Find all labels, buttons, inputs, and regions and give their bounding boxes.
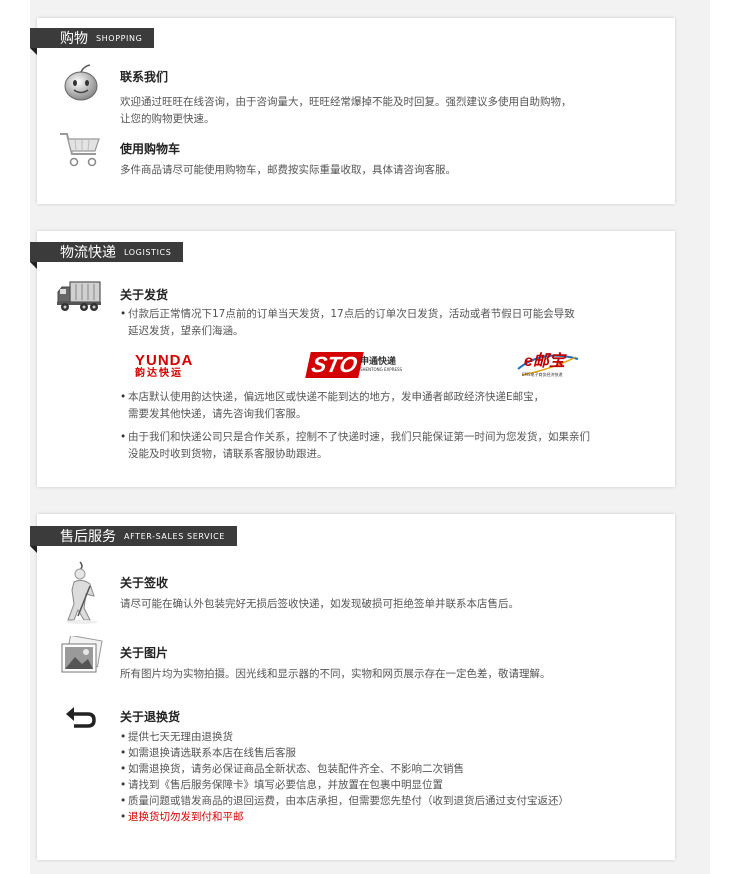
- bullet-item: 如需退换货，请务必保证商品全新状态、包装配件齐全、不影响二次销售: [120, 761, 640, 777]
- text-line: 所有图片均为实物拍摄。因光线和显示器的不同，实物和网页展示存在一定色差，敬请理解…: [120, 668, 551, 680]
- bullet-item: 请找到《售后服务保障卡》填写必要信息，并放置在包裹中明显位置: [120, 777, 640, 793]
- contact-us-text: 欢迎通过旺旺在线咨询，由于咨询量大，旺旺经常爆掉不能及时回复。强烈建议多使用自助…: [120, 94, 640, 128]
- section-title-en: AFTER-SALES SERVICE: [124, 531, 225, 541]
- after-sales-section-tab: 售后服务 AFTER-SALES SERVICE: [30, 526, 237, 553]
- logo-text-sub: 申通快递: [360, 357, 397, 367]
- shopping-cart-text: 多件商品请尽可能使用购物车，邮费按实际重量收取，具体请咨询客服。: [120, 162, 640, 179]
- text-line: 请尽可能在确认外包装完好无损后签收快递，如发现破损可拒绝签单并联系本店售后。: [120, 598, 519, 610]
- returns-text: 提供七天无理由退换货 如需退换请选联系本店在线售后客服 如需退换货，请务必保证商…: [120, 729, 640, 825]
- section-title-en: LOGISTICS: [124, 247, 172, 257]
- text-line: 让您的购物更快速。: [120, 113, 215, 125]
- text-line: 由于我们和快递公司只是合作关系，控制不了快递时速，我们只能保证第一时间为您发货，…: [128, 431, 590, 443]
- section-title-cn: 购物: [60, 31, 88, 47]
- sign-for-text: 请尽可能在确认外包装完好无损后签收快递，如发现破损可拒绝签单并联系本店售后。: [120, 596, 640, 613]
- sign-for-title: 关于签收: [120, 576, 169, 590]
- text-line: 本店默认使用韵达快递，偏远地区或快递不能到达的地方，发申通者邮政经济快递E邮宝，: [128, 391, 545, 403]
- logo-text-main: YUNDA: [135, 352, 194, 369]
- shopping-cart-title: 使用购物车: [120, 142, 181, 156]
- text-line: 多件商品请尽可能使用购物车，邮费按实际重量收取，具体请咨询客服。: [120, 164, 456, 176]
- bullet-item: 如需退换请选联系本店在线售后客服: [120, 745, 640, 761]
- shipping-text-bottom: 本店默认使用韵达快递，偏远地区或快递不能到达的地方，发申通者邮政经济快递E邮宝，…: [120, 389, 640, 463]
- contact-us-title: 联系我们: [120, 70, 169, 84]
- sto-logo: STO 申通快递 SHENTONG EXPRESS: [305, 352, 402, 380]
- page: 购物 SHOPPING 联系我们 欢迎通过旺旺在线咨询，由于咨询量大，旺旺经常爆…: [0, 0, 750, 874]
- logo-text-main: STO: [305, 352, 364, 378]
- bullet-text: 质量问题或错发商品的退回运费，由本店承担，但需要您先垫付（收到退货后通过支付宝返…: [128, 795, 569, 807]
- section-title-cn: 物流快递: [60, 245, 116, 261]
- pictures-title: 关于图片: [120, 646, 169, 660]
- shipping-text-top: 付款后正常情况下17点前的订单当天发货，17点后的订单次日发货，活动或者节假日可…: [120, 306, 640, 340]
- bullet-text: 如需退换货，请务必保证商品全新状态、包装配件齐全、不影响二次销售: [128, 763, 464, 775]
- bullet-text: 提供七天无理由退换货: [128, 731, 233, 743]
- logo-text-sub: 韵达快运: [135, 368, 183, 379]
- bullet-item: 质量问题或错发商品的退回运费，由本店承担，但需要您先垫付（收到退货后通过支付宝返…: [120, 793, 640, 809]
- chat-face-icon: [64, 64, 98, 101]
- logo-text-main: e邮宝: [524, 353, 565, 370]
- bullet-text: 如需退换请选联系本店在线售后客服: [128, 747, 296, 759]
- bullet-item: 本店默认使用韵达快递，偏远地区或快递不能到达的地方，发申通者邮政经济快递E邮宝，…: [120, 389, 640, 423]
- text-line: 延迟发货，望亲们海涵。: [128, 325, 244, 337]
- logo-text-small: EMS电子商务经济快递: [522, 372, 563, 377]
- text-line: 欢迎通过旺旺在线咨询，由于咨询量大，旺旺经常爆掉不能及时回复。强烈建议多使用自助…: [120, 96, 572, 108]
- shopping-cart-icon: [60, 133, 100, 167]
- sign-figure-icon: [66, 561, 98, 624]
- bullet-item-highlight: 退换货切勿发到付和平邮: [120, 809, 640, 825]
- delivery-truck-icon: [57, 281, 101, 311]
- shipping-title: 关于发货: [120, 288, 169, 302]
- bullet-text: 请找到《售后服务保障卡》填写必要信息，并放置在包裹中明显位置: [128, 779, 443, 791]
- ems-logo: e邮宝 EMS电子商务经济快递: [512, 349, 584, 381]
- yunda-logo: YUNDA 韵达快运: [135, 353, 205, 380]
- bullet-text-warning: 退换货切勿发到付和平邮: [128, 811, 244, 823]
- section-title-en: SHOPPING: [96, 33, 143, 43]
- bullet-item: 付款后正常情况下17点前的订单当天发货，17点后的订单次日发货，活动或者节假日可…: [120, 306, 640, 340]
- pictures-text: 所有图片均为实物拍摄。因光线和显示器的不同，实物和网页展示存在一定色差，敬请理解…: [120, 666, 640, 683]
- bullet-item: 提供七天无理由退换货: [120, 729, 640, 745]
- logo-text-small: SHENTONG EXPRESS: [360, 367, 403, 372]
- text-line: 付款后正常情况下17点前的订单当天发货，17点后的订单次日发货，活动或者节假日可…: [128, 308, 575, 320]
- return-arrows-icon: [66, 707, 96, 728]
- bullet-item: 由于我们和快递公司只是合作关系，控制不了快递时速，我们只能保证第一时间为您发货，…: [120, 429, 640, 463]
- section-title-cn: 售后服务: [60, 529, 116, 545]
- shopping-section-tab: 购物 SHOPPING: [30, 28, 155, 55]
- returns-title: 关于退换货: [120, 710, 181, 724]
- logistics-section-tab: 物流快递 LOGISTICS: [30, 242, 184, 269]
- text-line: 没能及时收到货物，请联系客服协助跟进。: [128, 448, 328, 460]
- text-line: 需要发其他快递，请先咨询我们客服。: [128, 408, 307, 420]
- photo-icon: [61, 636, 103, 673]
